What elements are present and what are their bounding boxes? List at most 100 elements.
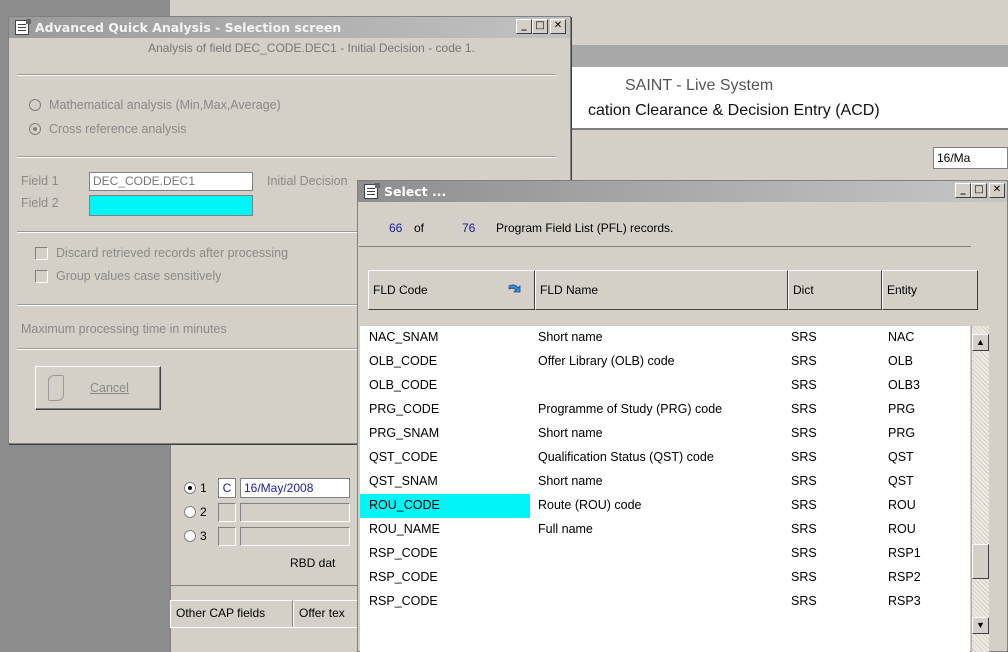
- dict: SRS: [791, 330, 817, 344]
- table-row[interactable]: RSP_CODE SRS RSP2: [360, 566, 970, 590]
- column-header-label: FLD Code: [373, 283, 428, 297]
- radio-button[interactable]: [29, 99, 41, 111]
- checkbox-discard-records[interactable]: Discard retrieved records after processi…: [35, 246, 288, 260]
- field-1-label: Field 1: [21, 174, 59, 188]
- cancel-button[interactable]: Cancel: [35, 366, 161, 410]
- fld-code: OLB_CODE: [369, 378, 438, 392]
- row-number: 1: [200, 481, 207, 495]
- dict: SRS: [791, 378, 817, 392]
- tab-strip-line: [170, 627, 360, 628]
- fld-code: RSP_CODE: [369, 594, 438, 608]
- fld-name: Full name: [538, 522, 593, 536]
- divider: [17, 156, 556, 158]
- table-row[interactable]: RSP_CODE SRS RSP3: [360, 590, 970, 614]
- maximize-icon[interactable]: □: [532, 19, 548, 34]
- fld-code: OLB_CODE: [369, 354, 438, 368]
- entity: NAC: [888, 330, 915, 344]
- fld-code: RSP_CODE: [369, 570, 438, 584]
- maximize-icon[interactable]: □: [971, 183, 987, 198]
- select-window: Select ... _ □ ✕ 66 of 76 Program Field …: [357, 180, 1008, 652]
- decision-row-2[interactable]: 2: [184, 502, 350, 522]
- field-2-input[interactable]: [89, 195, 253, 216]
- field-1-input[interactable]: DEC_CODE.DEC1: [89, 172, 253, 191]
- decision-code-field[interactable]: C: [218, 478, 236, 498]
- minimize-icon[interactable]: _: [955, 183, 971, 198]
- fld-name: Offer Library (OLB) code: [538, 354, 675, 368]
- checkbox[interactable]: [35, 269, 48, 283]
- table-row[interactable]: OLB_CODE Offer Library (OLB) code SRS OLB: [360, 350, 970, 374]
- table-row[interactable]: ROU_NAME Full name SRS ROU: [360, 518, 970, 542]
- fld-code: PRG_CODE: [369, 402, 440, 416]
- tab-other-cap-fields[interactable]: Other CAP fields: [170, 600, 293, 627]
- window-controls: _ □ ✕: [516, 19, 566, 34]
- table-row[interactable]: QST_SNAM Short name SRS QST: [360, 470, 970, 494]
- entity: OLB: [888, 354, 914, 368]
- fld-code: NAC_SNAM: [369, 330, 439, 344]
- close-icon[interactable]: ✕: [989, 183, 1005, 198]
- max-processing-time-label: Maximum processing time in minutes: [21, 322, 227, 336]
- table-row[interactable]: NAC_SNAM Short name SRS NAC: [360, 326, 970, 350]
- fld-code: QST_SNAM: [369, 474, 438, 488]
- fld-name: Programme of Study (PRG) code: [538, 402, 723, 416]
- row-3-radio[interactable]: [184, 530, 196, 542]
- radio-mathematical-analysis[interactable]: Mathematical analysis (Min,Max,Average): [29, 98, 281, 112]
- dict: SRS: [791, 402, 817, 416]
- fld-name: Qualification Status (QST) code: [538, 450, 714, 464]
- field-2-label: Field 2: [21, 196, 59, 210]
- dict: SRS: [791, 594, 817, 608]
- radio-label: Cross reference analysis: [49, 122, 187, 136]
- scrollbar-thumb[interactable]: [972, 544, 989, 579]
- select-title-bar[interactable]: Select ... _ □ ✕: [358, 181, 1007, 202]
- aqa-subtitle: Analysis of field DEC_CODE.DEC1 - Initia…: [148, 41, 475, 55]
- decision-code-field[interactable]: [218, 526, 236, 546]
- decision-date-field[interactable]: 16/May/2008: [240, 478, 350, 498]
- vertical-scrollbar[interactable]: ▲ ▼: [971, 326, 989, 652]
- sort-icon[interactable]: [507, 283, 523, 297]
- scroll-down-icon[interactable]: ▼: [972, 617, 989, 634]
- table-row[interactable]: RSP_CODE SRS RSP1: [360, 542, 970, 566]
- count-of-label: of: [414, 221, 425, 235]
- decision-row-1[interactable]: 1 C 16/May/2008: [184, 478, 350, 498]
- tab-offer-text[interactable]: Offer tex: [293, 600, 363, 627]
- aqa-title: Advanced Quick Analysis - Selection scre…: [35, 20, 342, 35]
- decision-date-field[interactable]: [240, 526, 350, 546]
- fld-name: Route (ROU) code: [538, 498, 642, 512]
- radio-button[interactable]: [29, 123, 41, 135]
- count-shown: 66: [389, 221, 403, 235]
- date-field[interactable]: 16/Ma: [933, 147, 1008, 169]
- field-1-description: Initial Decision: [267, 174, 348, 188]
- table-row[interactable]: OLB_CODE SRS OLB3: [360, 374, 970, 398]
- table-row-selected[interactable]: ROU_CODE Route (ROU) code SRS ROU: [360, 494, 970, 518]
- table-row[interactable]: QST_CODE Qualification Status (QST) code S…: [360, 446, 970, 470]
- app-icon: [15, 19, 31, 35]
- entity: RSP1: [888, 546, 921, 560]
- aqa-title-bar[interactable]: Advanced Quick Analysis - Selection scre…: [9, 17, 570, 38]
- radio-cross-reference-analysis[interactable]: Cross reference analysis: [29, 122, 187, 136]
- entity: RSP3: [888, 594, 921, 608]
- fld-code: QST_CODE: [369, 450, 438, 464]
- decision-code-field[interactable]: [218, 502, 236, 522]
- row-2-radio[interactable]: [184, 506, 196, 518]
- close-icon[interactable]: ✕: [550, 19, 566, 34]
- decision-date-field[interactable]: [240, 502, 350, 522]
- column-header-fld-code[interactable]: FLD Code: [368, 270, 535, 310]
- entity: ROU: [888, 498, 916, 512]
- column-header-fld-name[interactable]: FLD Name: [535, 270, 788, 310]
- entity: PRG: [888, 426, 916, 440]
- dict: SRS: [791, 498, 817, 512]
- checkbox[interactable]: [35, 246, 48, 260]
- column-header-entity[interactable]: Entity: [882, 270, 978, 310]
- row-number: 2: [200, 505, 207, 519]
- minimize-icon[interactable]: _: [516, 19, 532, 34]
- decision-row-3[interactable]: 3: [184, 526, 350, 546]
- fld-code: PRG_SNAM: [369, 426, 440, 440]
- scroll-up-icon[interactable]: ▲: [972, 334, 989, 351]
- row-1-radio[interactable]: [184, 482, 196, 494]
- column-header-dict[interactable]: Dict: [788, 270, 882, 310]
- table-row[interactable]: PRG_CODE Programme of Study (PRG) code SRS…: [360, 398, 970, 422]
- checkbox-label: Group values case sensitively: [56, 269, 222, 283]
- app-icon: [364, 183, 380, 199]
- entity: RSP2: [888, 570, 921, 584]
- table-row[interactable]: PRG_SNAM Short name SRS PRG: [360, 422, 970, 446]
- checkbox-case-sensitive[interactable]: Group values case sensitively: [35, 269, 221, 283]
